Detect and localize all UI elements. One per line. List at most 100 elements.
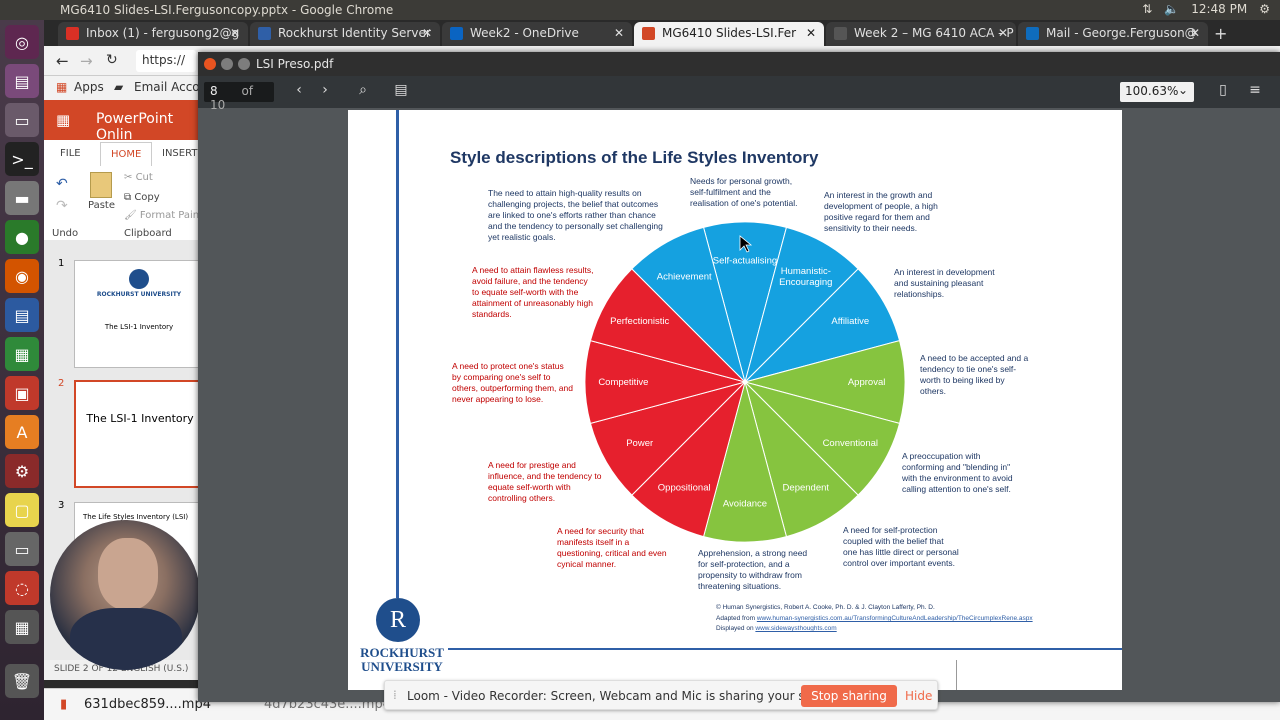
credit-link[interactable]: www.human-synergistics.com.au/Transformi…: [757, 615, 1033, 622]
close-icon[interactable]: ✕: [998, 26, 1008, 40]
desc-oppositional: A need for security that manifests itsel…: [557, 526, 667, 569]
disk-icon[interactable]: ▭: [5, 532, 39, 566]
new-tab-icon[interactable]: +: [1214, 24, 1227, 43]
webcam-bubble[interactable]: [50, 520, 200, 670]
bookmark-apps[interactable]: Apps: [74, 80, 104, 94]
menu-icon[interactable]: ≡: [1244, 82, 1266, 102]
search-icon[interactable]: ⌕: [352, 82, 374, 102]
hide-button[interactable]: Hide: [905, 689, 932, 703]
stop-sharing-button[interactable]: Stop sharing: [801, 685, 897, 707]
apps-icon[interactable]: ▦: [56, 80, 67, 94]
prev-page-icon[interactable]: ‹: [288, 82, 310, 102]
undo-icon[interactable]: ↶: [56, 176, 68, 192]
workspace-icon[interactable]: ▤: [5, 64, 39, 98]
rockhurst-logo-icon: [129, 269, 149, 289]
window-title: MG6410 Slides-LSI.Fergusoncopy.pptx - Go…: [60, 3, 394, 17]
settings-icon[interactable]: ⚙: [5, 454, 39, 488]
calculator-icon[interactable]: ▦: [5, 610, 39, 644]
close-icon[interactable]: ✕: [422, 26, 432, 40]
close-icon[interactable]: ✕: [614, 26, 624, 40]
desc-power: A need for prestige and influence, and t…: [488, 460, 602, 503]
paste-button[interactable]: Paste: [88, 200, 115, 211]
wheel-segment-label: Humanistic-: [781, 266, 831, 277]
firefox-icon[interactable]: ◉: [5, 259, 39, 293]
pdf-filename: LSI Preso.pdf: [256, 57, 334, 71]
drive-icon[interactable]: ▬: [5, 181, 39, 215]
tab-mail[interactable]: Mail - George.Ferguson@ ✕: [1018, 22, 1208, 46]
wheel-segment-label: Competitive: [598, 377, 648, 388]
ribbon: FILE HOME INSERT ↶ ↷ Undo Paste ✂ Cut ⧉ …: [44, 140, 213, 240]
close-window-icon[interactable]: [204, 58, 216, 70]
tab-home[interactable]: HOME: [100, 142, 153, 166]
calc-icon[interactable]: ▦: [5, 337, 39, 371]
rockhurst-logo-icon: R: [376, 598, 420, 642]
tab-label: MG6410 Slides-LSI.Fer: [662, 26, 797, 40]
volume-icon[interactable]: 🔈: [1164, 2, 1179, 16]
notes-icon[interactable]: ▢: [5, 493, 39, 527]
copy-button[interactable]: ⧉ Copy: [124, 192, 160, 203]
gmail-icon: [66, 27, 79, 40]
credit-line: © Human Synergistics, Robert A. Cooke, P…: [716, 604, 935, 611]
zoom-select[interactable]: 100.63% ⌄: [1120, 82, 1194, 102]
credit-adapted: Adapted from www.human-synergistics.com.…: [716, 615, 1033, 622]
desc-affiliative: An interest in development and sustainin…: [894, 267, 995, 299]
maximize-window-icon[interactable]: [238, 58, 250, 70]
clock[interactable]: 12:48 PM: [1191, 2, 1247, 16]
back-icon[interactable]: ←: [56, 52, 69, 70]
bookmark-email[interactable]: Email Accou: [134, 80, 207, 94]
writer-icon[interactable]: ▤: [5, 298, 39, 332]
network-icon[interactable]: ⇅: [1142, 2, 1152, 16]
onedrive-icon: [450, 27, 463, 40]
thumb-title: The LSI-1 Inventory: [86, 412, 194, 425]
tab-onedrive[interactable]: Week2 - OneDrive ✕: [442, 22, 632, 46]
pdf-toolbar: 8 of 10 ‹ › ⌕ ▤ 100.63% ⌄ ▯ ≡: [198, 76, 1280, 112]
wheel-segment-label: Perfectionistic: [610, 316, 669, 327]
credit-link[interactable]: www.sidewaysthoughts.com: [755, 625, 836, 632]
minimize-window-icon[interactable]: [221, 58, 233, 70]
download-item[interactable]: 631dbec859....mp4: [84, 697, 211, 712]
document-icon[interactable]: ▯: [1212, 82, 1234, 102]
power-icon[interactable]: ⚙: [1259, 2, 1270, 16]
page-number-input[interactable]: 8 of 10: [204, 82, 274, 112]
close-icon[interactable]: ✕: [806, 26, 816, 40]
loom-sharing-bar: ⁞ Loom - Video Recorder: Screen, Webcam …: [384, 680, 938, 710]
system-tray[interactable]: ⇅ 🔈 12:48 PM ⚙: [1142, 2, 1270, 16]
tab-insert[interactable]: INSERT: [162, 148, 197, 159]
tab-label: Inbox (1) - fergusong2@g: [86, 26, 240, 40]
undo-label: Undo: [52, 228, 79, 239]
tab-file[interactable]: FILE: [60, 148, 81, 159]
next-page-icon[interactable]: ›: [314, 82, 336, 102]
forward-icon[interactable]: →: [80, 52, 93, 70]
powerpoint-icon: [642, 27, 655, 40]
app-icon[interactable]: ◌: [5, 571, 39, 605]
terminal-icon[interactable]: >_: [5, 142, 39, 176]
close-icon[interactable]: ✕: [230, 26, 240, 40]
cut-button[interactable]: ✂ Cut: [124, 172, 153, 183]
close-icon[interactable]: ✕: [1190, 26, 1200, 40]
chrome-icon[interactable]: ●: [5, 220, 39, 254]
tab-week2[interactable]: Week 2 – MG 6410 ACA - P ✕: [826, 22, 1016, 46]
impress-icon[interactable]: ▣: [5, 376, 39, 410]
zoom-value: 100.63%: [1125, 84, 1179, 98]
powerpoint-header: ▦ PowerPoint Onlin: [44, 100, 204, 143]
software-center-icon[interactable]: A: [5, 415, 39, 449]
trash-icon[interactable]: 🗑: [5, 664, 39, 698]
slide-number: 3: [58, 500, 65, 511]
drag-handle-icon[interactable]: ⁞: [393, 688, 397, 702]
desc-dependent: A need for self-protection coupled with …: [843, 525, 959, 568]
slide-thumbnail-2[interactable]: The LSI-1 Inventory: [74, 380, 204, 488]
paste-icon[interactable]: [90, 172, 112, 198]
ubuntu-dash-icon[interactable]: ◎: [5, 25, 39, 59]
app-launcher-icon[interactable]: ▦: [56, 111, 70, 129]
redo-icon[interactable]: ↷: [56, 198, 68, 214]
files-icon[interactable]: ▭: [5, 103, 39, 137]
reload-icon[interactable]: ↻: [106, 52, 118, 68]
slide-thumbnail-1[interactable]: ROCKHURST UNIVERSITY The LSI-1 Inventory: [74, 260, 204, 368]
desc-competitive: A need to protect one's status by compar…: [452, 361, 573, 404]
tab-powerpoint[interactable]: MG6410 Slides-LSI.Fer ✕: [634, 22, 824, 46]
address-bar[interactable]: https://: [136, 50, 196, 72]
desc-achievement: The need to attain high-quality results …: [488, 188, 663, 242]
tab-identity-server[interactable]: Rockhurst Identity Server ✕: [250, 22, 440, 46]
clipboard-icon[interactable]: ▤: [390, 82, 412, 102]
tab-inbox[interactable]: Inbox (1) - fergusong2@g ✕: [58, 22, 248, 46]
